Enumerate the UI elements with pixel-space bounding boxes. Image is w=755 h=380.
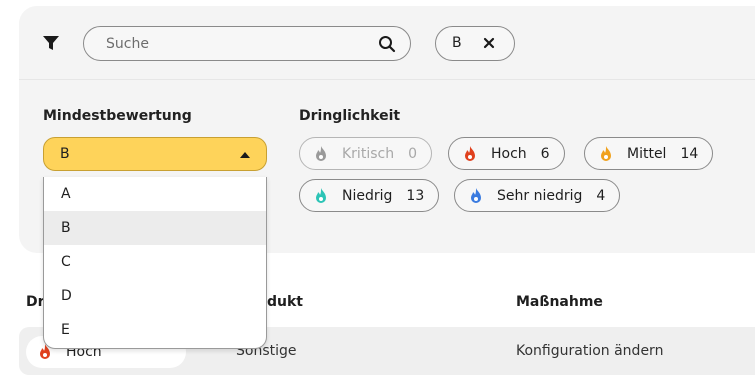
min-rating-dropdown: A B C D E — [43, 177, 267, 349]
urgency-count: 14 — [680, 145, 699, 162]
active-filter-label: B — [452, 35, 462, 51]
flame-icon — [316, 145, 326, 161]
urgency-title: Dringlichkeit — [299, 108, 401, 124]
urgency-filter-hoch[interactable]: Hoch 6 — [448, 137, 565, 170]
active-filter-chip: B — [435, 26, 515, 61]
action-cell: Konfiguration ändern — [516, 343, 664, 359]
min-rating-title: Mindestbewertung — [43, 108, 192, 124]
urgency-label: Mittel — [627, 145, 667, 162]
caret-up-icon — [240, 152, 250, 158]
urgency-filter-mittel[interactable]: Mittel 14 — [584, 137, 714, 170]
rating-option-d[interactable]: D — [44, 279, 266, 313]
flame-icon — [316, 187, 326, 203]
flame-icon — [465, 145, 475, 161]
urgency-label: Sehr niedrig — [497, 187, 583, 204]
urgency-filter-kritisch[interactable]: Kritisch 0 — [299, 137, 432, 170]
search-input[interactable] — [106, 34, 366, 54]
close-icon[interactable] — [483, 37, 495, 49]
filter-icon[interactable] — [43, 36, 59, 50]
filter-toolbar: B — [19, 6, 755, 80]
search-field[interactable] — [83, 26, 411, 61]
flame-icon — [601, 145, 611, 161]
urgency-count: 13 — [406, 187, 425, 204]
rating-option-a[interactable]: A — [44, 177, 266, 211]
urgency-label: Hoch — [491, 145, 527, 162]
rating-option-c[interactable]: C — [44, 245, 266, 279]
column-header-product[interactable]: dukt — [267, 294, 303, 310]
column-header-urgency[interactable]: Dr — [26, 294, 45, 310]
rating-option-e[interactable]: E — [44, 313, 266, 347]
urgency-count: 6 — [540, 145, 550, 162]
flame-icon — [471, 187, 481, 203]
urgency-count: 0 — [408, 145, 417, 162]
column-header-action[interactable]: Maßnahme — [516, 294, 603, 310]
rating-option-b[interactable]: B — [44, 211, 266, 245]
urgency-label: Niedrig — [342, 187, 393, 204]
min-rating-value: B — [60, 146, 70, 162]
urgency-filter-sehr-niedrig[interactable]: Sehr niedrig 4 — [454, 179, 621, 212]
urgency-count: 4 — [596, 187, 606, 204]
min-rating-select[interactable]: B — [43, 137, 267, 171]
urgency-filter-niedrig[interactable]: Niedrig 13 — [299, 179, 440, 212]
urgency-label: Kritisch — [342, 145, 395, 162]
search-icon[interactable] — [378, 35, 396, 53]
